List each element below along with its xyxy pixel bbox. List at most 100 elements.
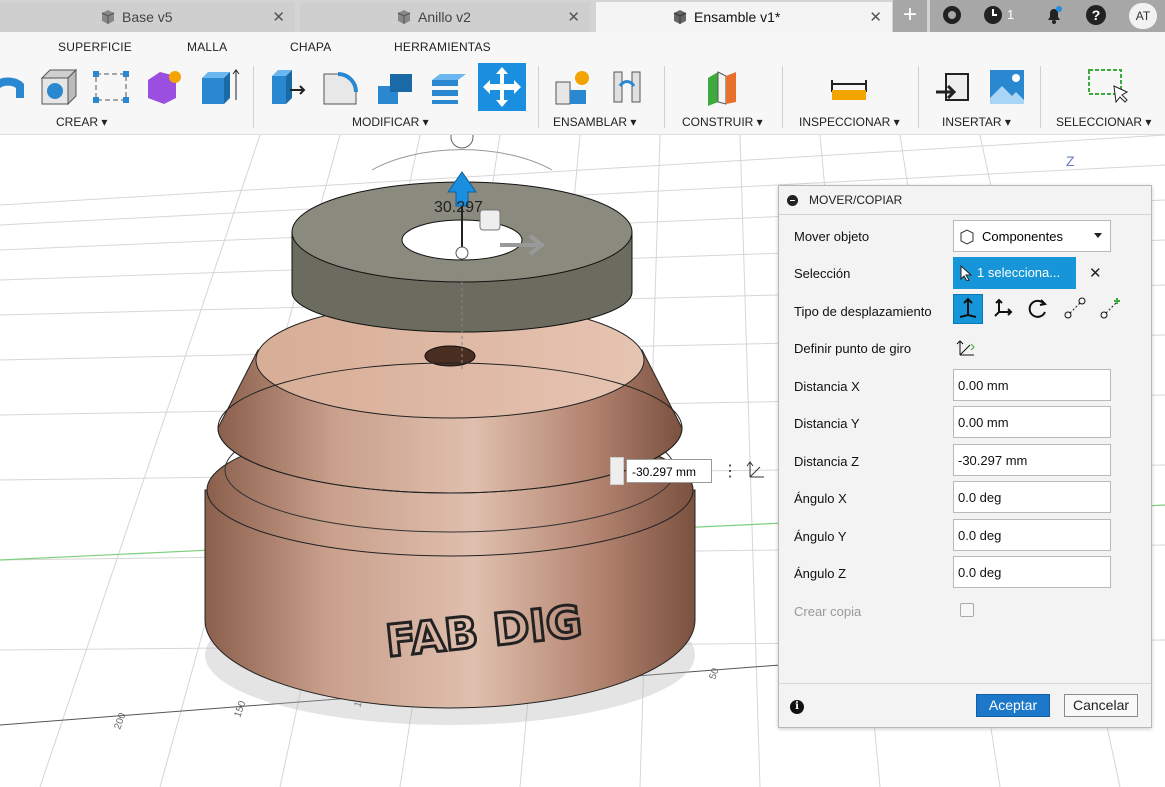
combine-icon[interactable] [374,66,416,108]
extensions-icon[interactable] [941,4,963,26]
svg-text:?: ? [1092,7,1101,23]
revolve-icon[interactable] [0,66,34,108]
extrude-icon[interactable] [198,66,240,108]
translate-button[interactable] [987,294,1017,324]
notifications-icon[interactable] [1043,4,1065,26]
label-punto-giro: Definir punto de giro [794,341,912,356]
tab-label: Ensamble v1* [694,9,781,25]
group-construir[interactable]: CONSTRUIR ▾ [682,115,763,129]
sketch-rectangle-icon[interactable] [90,66,132,108]
group-seleccionar[interactable]: SELECCIONAR ▾ [1056,115,1151,129]
label-angulo-x: Ángulo X [794,491,847,506]
base-part[interactable]: FAB DIG [204,301,696,709]
distance-z-input[interactable]: -30.297 mm [953,444,1111,476]
group-insertar[interactable]: INSERTAR ▾ [942,115,1011,129]
tab-base-v5[interactable]: Base v5 ✕ [0,2,295,32]
job-status-icon[interactable] [982,4,1004,26]
angle-y-input[interactable]: 0.0 deg [953,519,1111,551]
panel-title: MOVER/COPIAR [809,193,903,207]
component-icon [673,10,687,24]
ruler-label: 200 [112,711,128,731]
tab-chapa[interactable]: CHAPA [290,40,331,54]
label-distancia-z: Distancia Z [794,454,860,469]
angle-x-input[interactable]: 0.0 deg [953,481,1111,513]
collapse-icon[interactable] [787,195,798,206]
create-copy-checkbox[interactable] [960,603,974,617]
shell-icon[interactable] [428,66,470,108]
floating-distance-input: -30.297 mm ⋮ [610,457,770,485]
tab-ensamble-v1[interactable]: Ensamble v1* ✕ [596,2,892,32]
tab-label: Base v5 [122,9,173,25]
avatar[interactable]: AT [1129,3,1157,29]
panel-header[interactable]: MOVER/COPIAR [779,186,1151,215]
cancel-button[interactable]: Cancelar [1064,694,1138,717]
point-to-point-button[interactable] [1061,294,1091,324]
group-crear[interactable]: CREAR ▾ [56,115,107,129]
ruler-label: 150 [232,699,248,719]
label-distancia-y: Distancia Y [794,416,860,431]
tab-superficie[interactable]: SUPERFICIE [58,40,132,54]
distance-y-input[interactable]: 0.00 mm [953,406,1111,438]
tab-herramientas[interactable]: HERRAMIENTAS [394,40,491,54]
selection-button[interactable]: 1 selecciona... [953,257,1076,289]
group-modificar[interactable]: MODIFICAR ▾ [352,115,429,129]
fillet-icon[interactable] [320,66,362,108]
clear-selection-icon[interactable]: ✕ [1089,264,1102,282]
form-icon[interactable] [144,66,186,108]
job-count: 1 [1007,7,1015,22]
press-pull-icon[interactable] [266,66,308,108]
distance-x-input[interactable]: 0.00 mm [953,369,1111,401]
new-tab-button[interactable]: + [893,0,927,32]
divider [779,683,1151,684]
angle-z-input[interactable]: 0.0 deg [953,556,1111,588]
move-object-value: Componentes [982,229,1063,244]
close-icon[interactable]: ✕ [869,8,882,26]
free-move-button[interactable] [953,294,983,324]
chevron-down-icon [1094,233,1102,238]
axis-triad-icon[interactable] [746,459,768,481]
insert-derive-icon[interactable] [932,66,974,108]
move-copy-button[interactable] [478,63,526,111]
help-icon[interactable]: ? [1085,4,1107,26]
pivot-icon[interactable] [955,336,979,360]
label-tipo-desplazamiento: Tipo de desplazamiento [794,304,932,319]
point-to-position-icon [1100,298,1120,319]
joint-icon[interactable] [606,66,648,108]
more-icon[interactable]: ⋮ [722,461,738,481]
ok-button[interactable]: Aceptar [976,694,1050,717]
move-copy-panel: MOVER/COPIAR Mover objeto Componentes Se… [778,185,1152,728]
cursor-icon [960,265,972,281]
group-ensamblar[interactable]: ENSAMBLAR ▾ [553,115,636,129]
ruler-label: 50 [707,666,721,681]
new-component-icon[interactable] [552,66,594,108]
plane-icon[interactable] [702,66,744,108]
group-inspeccionar[interactable]: INSPECCIONAR ▾ [799,115,900,129]
tab-malla[interactable]: MALLA [187,40,227,54]
view-cube-axis: Z [1066,153,1075,169]
label-distancia-x: Distancia X [794,379,860,394]
tab-anillo-v2[interactable]: Anillo v2 ✕ [300,2,590,32]
rotation-handle-arc[interactable] [371,149,553,171]
close-icon[interactable]: ✕ [567,8,580,26]
translate-icon [994,298,1013,317]
label-crear-copia: Crear copia [794,604,862,619]
measure-icon[interactable] [828,66,870,108]
selection-value: 1 selecciona... [977,265,1061,280]
rotate-button[interactable] [1024,294,1054,324]
close-icon[interactable]: ✕ [272,8,285,26]
component-icon [101,10,115,24]
hole-icon[interactable] [38,66,80,108]
move-icon [483,67,521,107]
move-object-select[interactable]: Componentes [953,220,1111,252]
insert-image-icon[interactable] [986,66,1028,108]
floating-distance-field[interactable]: -30.297 mm [626,459,712,483]
dimension-label: 30.297 [434,199,483,216]
info-icon[interactable]: i [790,700,804,714]
point-to-position-button[interactable] [1097,294,1127,324]
rotation-handle[interactable] [450,135,474,149]
label-seleccion: Selección [794,266,851,281]
toolbar-ribbon: SUPERFICIE MALLA CHAPA HERRAMIENTAS CREA… [0,32,1165,135]
select-window-icon[interactable] [1086,66,1128,108]
label-angulo-y: Ángulo Y [794,529,847,544]
free-move-icon [959,297,977,318]
